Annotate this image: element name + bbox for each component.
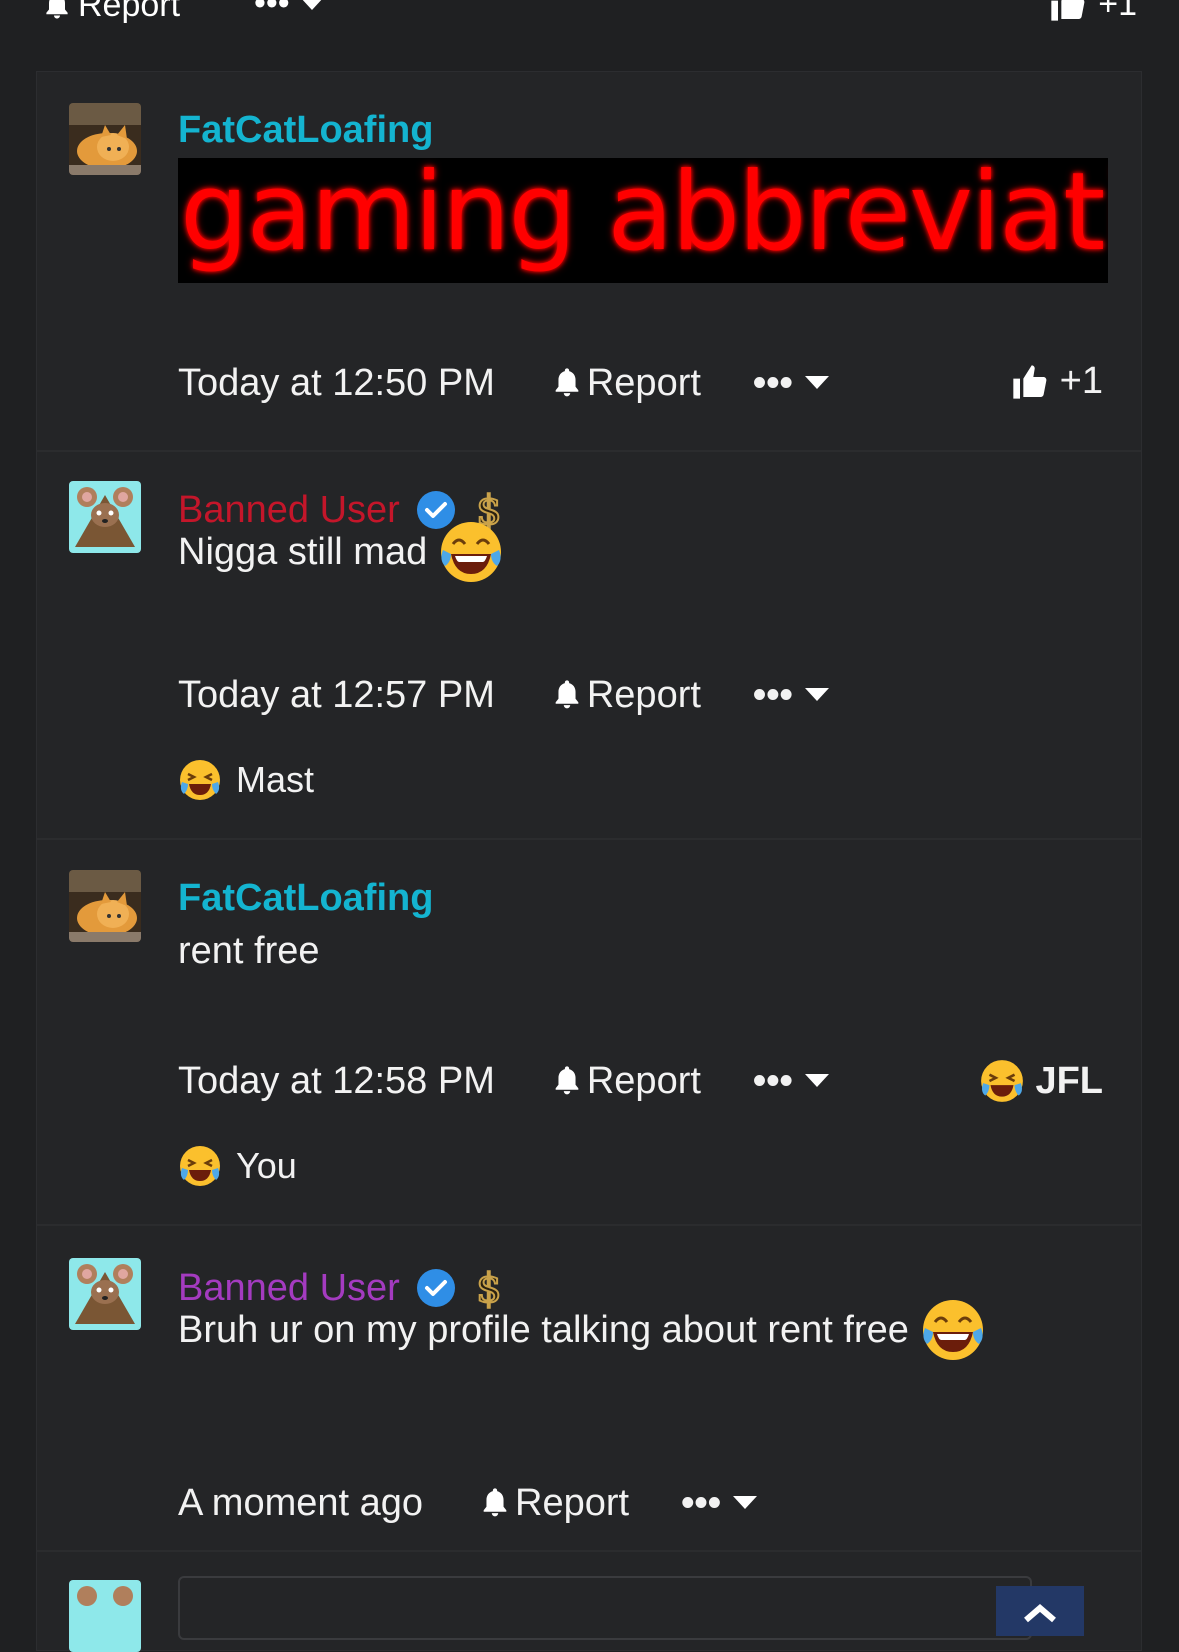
cat-avatar-image: [69, 870, 141, 942]
timestamp[interactable]: Today at 12:50 PM: [178, 362, 495, 405]
reply-composer: [37, 1550, 1141, 1652]
caret-down-icon: [804, 688, 829, 701]
mouse-avatar-image: [69, 1258, 141, 1330]
avatar[interactable]: [69, 1258, 141, 1330]
reaction-label: JFL: [1035, 1059, 1103, 1102]
bell-icon: [555, 368, 579, 397]
bell-icon: [46, 0, 68, 18]
previous-comment-actions: Report ••• +1: [0, 0, 1179, 40]
more-dots-icon: •••: [254, 0, 290, 22]
reply-input[interactable]: [178, 1576, 1032, 1640]
caret-down-icon: [804, 376, 829, 389]
report-link[interactable]: Report: [551, 674, 701, 717]
more-menu[interactable]: •••: [753, 1060, 829, 1103]
avatar: [69, 1580, 141, 1652]
comment-meta: Today at 12:58 PM Report •••: [178, 1058, 829, 1104]
thumbs-up-icon: [1051, 0, 1085, 21]
more-menu[interactable]: •••: [753, 362, 829, 405]
reaction-summary-text: Mast: [236, 759, 315, 800]
report-link[interactable]: Report: [479, 1482, 629, 1525]
laughing-crying-emoji: [180, 1146, 220, 1186]
comment-text: Bruh ur on my profile talking about rent…: [178, 1309, 909, 1351]
caret-down-icon: [302, 0, 321, 10]
bell-icon: [555, 680, 579, 709]
comment-meta: A moment ago Report •••: [178, 1480, 758, 1526]
more-dots-icon: •••: [752, 673, 793, 716]
comment-text: Nigga still mad: [178, 531, 428, 573]
timestamp[interactable]: Today at 12:57 PM: [178, 674, 495, 717]
report-label: Report: [586, 1059, 701, 1102]
more-menu[interactable]: •••: [254, 0, 324, 23]
more-dots-icon: •••: [752, 361, 793, 404]
laughing-crying-emoji: [981, 1060, 1024, 1102]
like-reaction[interactable]: +1: [1010, 360, 1103, 403]
caret-down-icon: [804, 1074, 829, 1087]
signature-banner: gaming abbreviation: [178, 158, 1108, 283]
bell-icon: [555, 1066, 579, 1095]
comment: FatCatLoafing gaming abbreviation Today …: [37, 72, 1141, 452]
reaction-summary-text: You: [236, 1145, 297, 1186]
report-label: Report: [586, 673, 701, 716]
avatar[interactable]: [69, 481, 141, 553]
comment-thread: FatCatLoafing gaming abbreviation Today …: [36, 71, 1142, 1652]
more-menu[interactable]: •••: [681, 1481, 758, 1525]
reaction-count: +1: [1059, 360, 1103, 402]
report-label: Report: [515, 1481, 630, 1524]
reaction-summary[interactable]: Mast: [178, 758, 314, 802]
report-link[interactable]: Report: [42, 0, 180, 25]
scroll-to-top-button[interactable]: [996, 1586, 1084, 1636]
comment-body: Nigga still mad: [178, 518, 505, 586]
timestamp[interactable]: Today at 12:58 PM: [178, 1060, 495, 1103]
bell-icon: [483, 1488, 507, 1517]
mouse-avatar-image: [69, 1580, 141, 1652]
report-label: Report: [78, 0, 181, 24]
comment-body: rent free: [178, 928, 320, 974]
comment-body: Bruh ur on my profile talking about rent…: [178, 1296, 987, 1364]
avatar[interactable]: [69, 103, 141, 175]
comment: Banned User $ Nigga still mad Today at 1…: [37, 450, 1141, 840]
report-label: Report: [586, 361, 701, 404]
banner-text: gaming abbreviation: [180, 158, 1108, 275]
chevron-up-icon: [1024, 1604, 1056, 1623]
mouse-avatar-image: [69, 481, 141, 553]
comment-meta: Today at 12:50 PM Report •••: [178, 360, 829, 406]
reaction-summary[interactable]: You: [178, 1144, 297, 1188]
username[interactable]: FatCatLoafing: [178, 876, 433, 920]
caret-down-icon: [733, 1496, 758, 1509]
cat-avatar-image: [69, 103, 141, 175]
tears-of-joy-emoji: [441, 522, 502, 582]
username[interactable]: FatCatLoafing: [178, 108, 433, 152]
more-dots-icon: •••: [681, 1481, 722, 1524]
thumbs-up-icon: [1013, 364, 1047, 399]
report-link[interactable]: Report: [551, 1060, 701, 1103]
avatar[interactable]: [69, 870, 141, 942]
reaction-count: +1: [1098, 0, 1137, 23]
comment: Banned User $ Bruh ur on my profile talk…: [37, 1224, 1141, 1552]
more-dots-icon: •••: [752, 1059, 793, 1102]
timestamp[interactable]: A moment ago: [178, 1482, 423, 1525]
comment: FatCatLoafing rent free Today at 12:58 P…: [37, 838, 1141, 1226]
report-link[interactable]: Report: [551, 362, 701, 405]
jfl-reaction[interactable]: JFL: [979, 1058, 1103, 1104]
comment-text: rent free: [178, 930, 320, 972]
laughing-crying-emoji: [180, 760, 220, 800]
more-menu[interactable]: •••: [753, 674, 829, 717]
like-reaction[interactable]: +1: [1048, 0, 1137, 24]
tears-of-joy-emoji: [922, 1300, 983, 1360]
comment-meta: Today at 12:57 PM Report •••: [178, 672, 829, 718]
